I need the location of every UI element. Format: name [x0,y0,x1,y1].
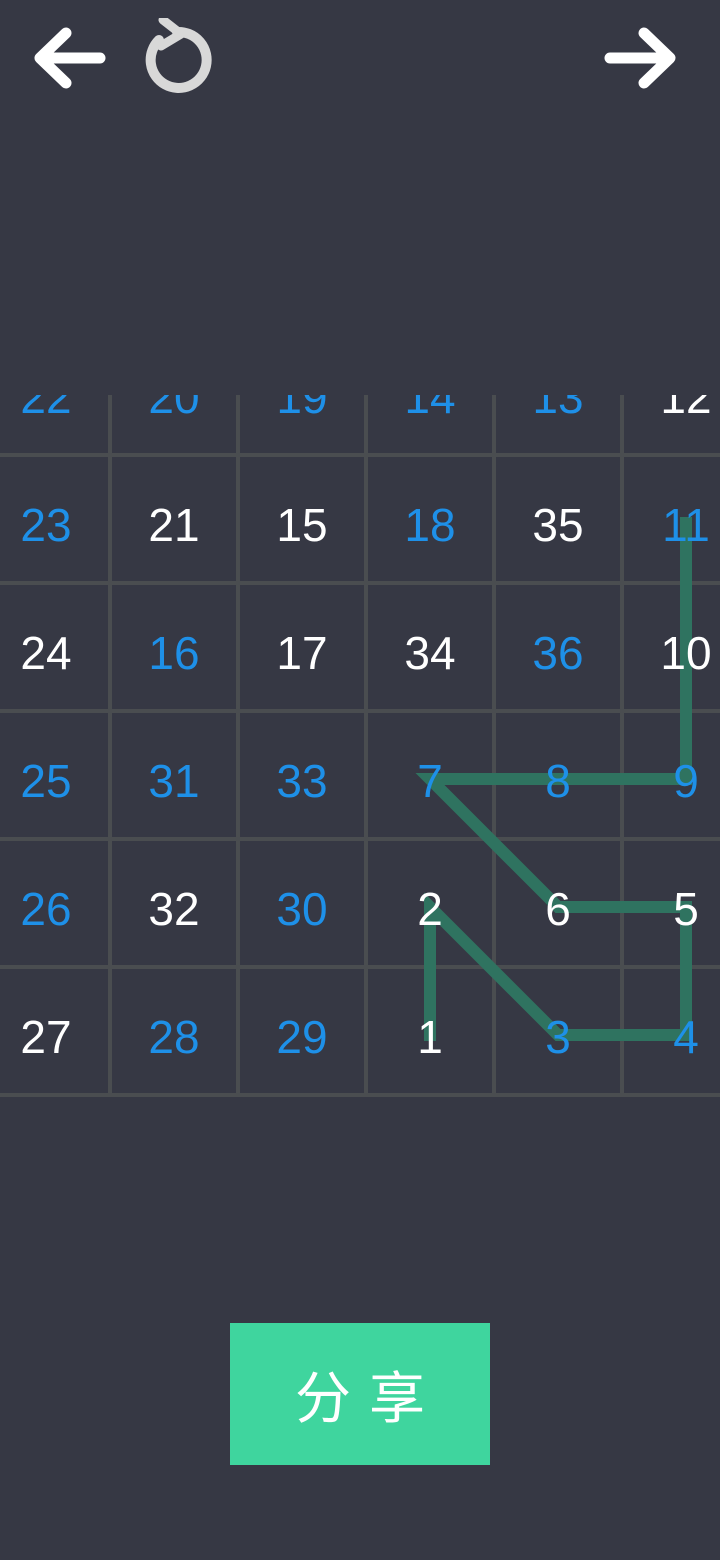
cell-10[interactable]: 10 [622,589,720,717]
cell-1[interactable]: 1 [366,973,494,1100]
cell-2[interactable]: 2 [366,845,494,973]
cell-23[interactable]: 23 [0,461,110,589]
cell-30[interactable]: 30 [238,845,366,973]
cell-20[interactable]: 20 [110,395,238,461]
cell-15[interactable]: 15 [238,461,366,589]
cell-18[interactable]: 18 [366,461,494,589]
cell-26[interactable]: 26 [0,845,110,973]
cell-22[interactable]: 22 [0,395,110,461]
cell-25[interactable]: 25 [0,717,110,845]
cell-9[interactable]: 9 [622,717,720,845]
game-board: 22 20 19 14 13 12 23 21 15 18 35 11 24 16 17 34 36 10 25 31… [0,395,720,1100]
cell-14[interactable]: 14 [366,395,494,461]
arrow-left-icon [34,27,106,89]
cell-33[interactable]: 33 [238,717,366,845]
back-button[interactable] [28,18,108,98]
cell-3[interactable]: 3 [494,973,622,1100]
cell-27[interactable]: 27 [0,973,110,1100]
arrow-right-icon [604,27,676,89]
cell-17[interactable]: 17 [238,589,366,717]
cell-32[interactable]: 32 [110,845,238,973]
cell-8[interactable]: 8 [494,717,622,845]
cell-7[interactable]: 7 [366,717,494,845]
forward-button[interactable] [600,18,680,98]
cell-5[interactable]: 5 [622,845,720,973]
cell-11[interactable]: 11 [622,461,720,589]
cell-28[interactable]: 28 [110,973,238,1100]
cell-13[interactable]: 13 [494,395,622,461]
cell-12[interactable]: 12 [622,395,720,461]
cell-21[interactable]: 21 [110,461,238,589]
share-button[interactable]: 分享 [230,1323,490,1465]
cell-19[interactable]: 19 [238,395,366,461]
cell-35[interactable]: 35 [494,461,622,589]
cell-36[interactable]: 36 [494,589,622,717]
cell-4[interactable]: 4 [622,973,720,1100]
reload-icon [145,15,212,93]
cell-34[interactable]: 34 [366,589,494,717]
cell-24[interactable]: 24 [0,589,110,717]
cell-16[interactable]: 16 [110,589,238,717]
reload-button[interactable] [132,15,212,98]
cell-6[interactable]: 6 [494,845,622,973]
cell-31[interactable]: 31 [110,717,238,845]
cell-29[interactable]: 29 [238,973,366,1100]
